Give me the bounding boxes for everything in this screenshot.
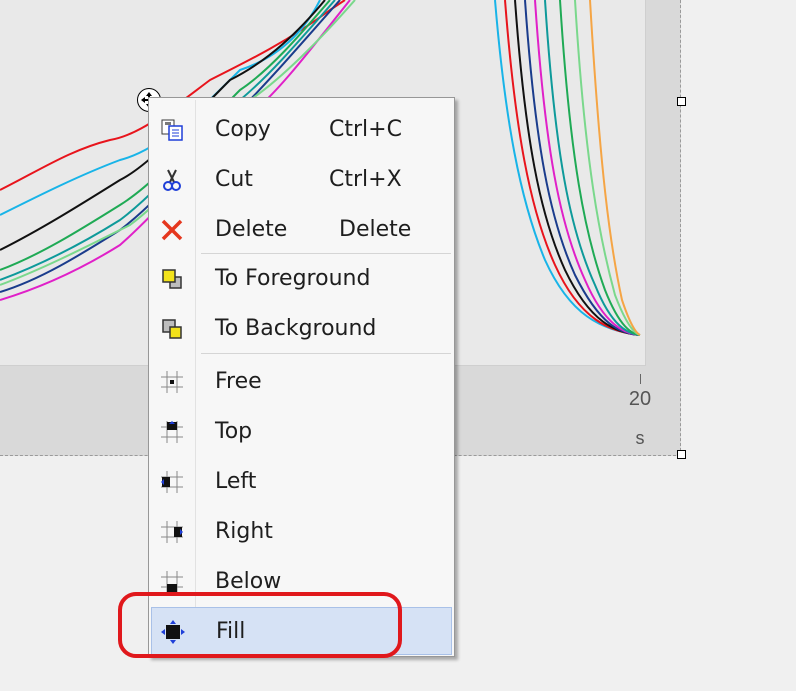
dock-left-icon (160, 470, 184, 494)
menu-item-label: Free (215, 369, 262, 394)
menu-item-label: Right (215, 519, 273, 544)
highlight-annotation-circle (118, 592, 402, 658)
menu-item-label: To Background (215, 316, 377, 341)
menu-item-shortcut: Ctrl+C (329, 117, 402, 142)
menu-separator (201, 253, 451, 254)
curve-lightgreen-fall (574, 0, 641, 336)
menu-item-to-foreground[interactable]: To Foreground (151, 255, 452, 303)
curve-orange-fall (589, 0, 641, 336)
dock-top-icon (160, 420, 184, 444)
bring-to-front-icon (160, 267, 184, 291)
resize-handle-bottom-right[interactable] (677, 450, 686, 459)
menu-item-shortcut: Ctrl+X (329, 167, 402, 192)
dock-right-icon (160, 520, 184, 544)
menu-item-cut[interactable]: Cut Ctrl+X (151, 156, 452, 204)
menu-item-label: Delete (215, 217, 288, 242)
x-axis-tick (640, 374, 641, 384)
scissors-icon (160, 168, 184, 192)
menu-item-label: Top (215, 419, 253, 444)
delete-x-icon (160, 218, 184, 242)
resize-handle-right[interactable] (677, 97, 686, 106)
menu-item-right[interactable]: Right (151, 508, 452, 556)
menu-item-to-background[interactable]: To Background (151, 305, 452, 353)
context-menu: Copy Ctrl+C Cut Ctrl+X Delete Delete To … (148, 97, 455, 657)
menu-item-label: Left (215, 469, 257, 494)
x-axis-unit-label: s (635, 428, 645, 448)
menu-item-free[interactable]: Free (151, 358, 452, 406)
menu-item-copy[interactable]: Copy Ctrl+C (151, 106, 452, 154)
copy-icon (160, 118, 184, 142)
menu-item-delete[interactable]: Delete Delete (151, 206, 452, 254)
menu-item-label: To Foreground (215, 266, 371, 291)
dock-free-icon (160, 370, 184, 394)
menu-item-label: Cut (215, 167, 253, 192)
menu-item-label: Copy (215, 117, 271, 142)
menu-item-left[interactable]: Left (151, 458, 452, 506)
dock-bottom-icon (160, 570, 184, 594)
x-axis-tick-label: 20 (628, 388, 652, 410)
curve-navy-fall (524, 0, 641, 336)
send-to-back-icon (160, 317, 184, 341)
menu-item-top[interactable]: Top (151, 408, 452, 456)
menu-item-shortcut: Delete (339, 217, 412, 242)
menu-item-label: Below (215, 569, 282, 594)
menu-separator (201, 353, 451, 354)
curve-magenta-fall (534, 0, 641, 336)
